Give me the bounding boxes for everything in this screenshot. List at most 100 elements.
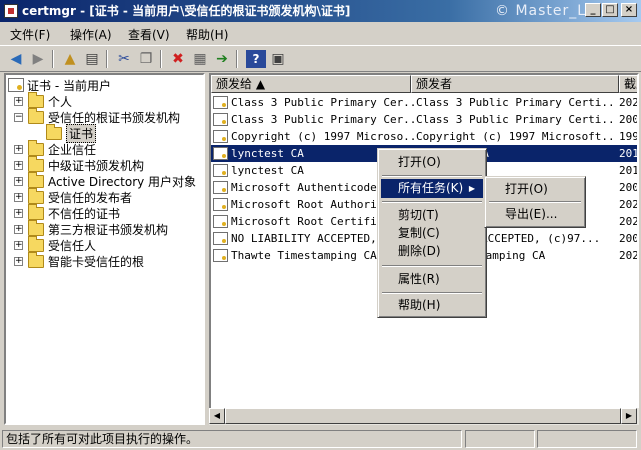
expand-icon[interactable]: + — [14, 209, 23, 218]
forward-icon[interactable]: ▶ — [28, 50, 48, 68]
toolbar-separator — [160, 50, 162, 68]
expand-icon[interactable]: + — [14, 257, 23, 266]
window-title: certmgr - [证书 - 当前用户\受信任的根证书颁发机构\证书] — [22, 4, 351, 18]
help-icon[interactable]: ? — [246, 50, 266, 68]
menu-help[interactable]: 帮助(H) — [186, 26, 228, 43]
tree-item-third-party-root[interactable]: 第三方根证书颁发机构 — [28, 219, 169, 237]
tree-item-trusted-publishers[interactable]: 受信任的发布者 — [28, 187, 133, 205]
tree-item-enterprise-trust[interactable]: 企业信任 — [28, 139, 97, 157]
folder-icon — [28, 219, 44, 236]
expand-icon[interactable]: + — [14, 241, 23, 250]
horizontal-scrollbar[interactable]: ◀ ▶ — [209, 408, 639, 425]
column-expiration[interactable]: 截止 — [619, 75, 637, 93]
menu-action[interactable]: 操作(A) — [70, 26, 112, 43]
certificate-icon — [213, 147, 228, 160]
show-tree-icon[interactable]: ▤ — [82, 50, 102, 68]
tree-item-label: Active Directory 用户对象 — [48, 174, 197, 189]
copy-icon[interactable]: ❐ — [136, 50, 156, 68]
tree-item-label: 受信任的发布者 — [48, 190, 133, 205]
certificate-icon — [213, 164, 228, 177]
menu-separator — [382, 265, 482, 267]
tree-item-label: 中级证书颁发机构 — [48, 158, 145, 173]
scroll-thumb[interactable] — [225, 408, 621, 424]
tree-item-label: 企业信任 — [48, 142, 97, 157]
toolbar-separator — [52, 50, 54, 68]
menu-separator — [382, 201, 482, 203]
tree-item-ad-user-object[interactable]: Active Directory 用户对象 — [28, 171, 197, 189]
menu-bar: 文件(F) 操作(A) 查看(V) 帮助(H) — [0, 22, 641, 44]
menu-delete[interactable]: 删除(D) — [381, 242, 483, 261]
tree-item-certificates[interactable]: 证书 — [46, 123, 97, 143]
menu-all-tasks[interactable]: 所有任务(K) ▶ — [381, 179, 483, 198]
cell-expiration: 2028 — [619, 96, 639, 109]
tree-item-label: 智能卡受信任的根 — [48, 254, 145, 269]
expand-icon[interactable]: + — [14, 225, 23, 234]
status-pane — [537, 430, 637, 448]
tree-item-label: 第三方根证书颁发机构 — [48, 222, 169, 237]
cut-icon[interactable]: ✂ — [114, 50, 134, 68]
cell-issued-by: Class 3 Public Primary Certi... — [416, 113, 616, 126]
toolbar-separator — [106, 50, 108, 68]
expand-icon[interactable]: + — [14, 161, 23, 170]
maximize-button[interactable]: □ — [602, 3, 618, 17]
table-row[interactable]: Class 3 Public Primary Cer... Class 3 Pub… — [211, 94, 639, 111]
folder-icon — [28, 139, 44, 156]
menu-separator — [382, 175, 482, 177]
column-issued-by[interactable]: 颁发者 — [411, 75, 619, 93]
column-issued-to[interactable]: 颁发给 ▲ — [211, 75, 411, 93]
expand-icon[interactable]: + — [14, 193, 23, 202]
folder-icon — [28, 187, 44, 204]
tree-root[interactable]: 证书 - 当前用户 — [8, 77, 111, 93]
menu-help-item[interactable]: 帮助(H) — [381, 296, 483, 315]
delete-icon[interactable]: ✖ — [168, 50, 188, 68]
cell-issued-by: ACCEPTED, (c)97... — [481, 232, 601, 245]
tree-item-trusted-people[interactable]: 受信任人 — [28, 235, 96, 253]
scroll-right-icon[interactable]: ▶ — [621, 408, 637, 424]
minimize-button[interactable]: _ — [585, 3, 601, 17]
tree-item-smartcard-root[interactable]: 智能卡受信任的根 — [28, 251, 145, 269]
help-topics-icon[interactable]: ▣ — [268, 50, 288, 68]
cell-issued-to: Copyright (c) 1997 Microso... — [231, 130, 416, 143]
tree-item-untrusted[interactable]: 不信任的证书 — [28, 203, 121, 221]
collapse-icon[interactable]: − — [14, 113, 23, 122]
expand-icon[interactable]: + — [14, 97, 23, 106]
menu-separator — [489, 201, 581, 203]
folder-icon — [28, 171, 44, 188]
menu-cut[interactable]: 剪切(T) — [381, 206, 483, 225]
submenu: 打开(O) 导出(E)... — [484, 176, 586, 228]
certificate-icon — [213, 249, 228, 262]
properties-icon[interactable]: ▦ — [190, 50, 210, 68]
expand-icon[interactable]: + — [14, 177, 23, 186]
menu-copy[interactable]: 复制(C) — [381, 224, 483, 243]
cell-expiration: 2000 — [619, 181, 639, 194]
certificate-icon — [213, 130, 228, 143]
status-text: 包括了所有可对此项目执行的操作。 — [2, 430, 462, 448]
cell-expiration: 2020 — [619, 249, 639, 262]
submenu-open[interactable]: 打开(O) — [488, 180, 582, 199]
up-folder-icon[interactable]: ▲ — [60, 50, 80, 68]
table-row[interactable]: Copyright (c) 1997 Microso... Copyright (… — [211, 128, 637, 145]
submenu-export[interactable]: 导出(E)... — [488, 205, 582, 224]
cell-expiration: 2004 — [619, 232, 639, 245]
cell-expiration: 2018 — [619, 147, 639, 160]
submenu-arrow-icon: ▶ — [468, 184, 475, 193]
cell-expiration: 2004 — [619, 113, 639, 126]
tree-item-label: 不信任的证书 — [48, 206, 121, 221]
expand-icon[interactable]: + — [14, 145, 23, 154]
tree-item-intermediate-ca[interactable]: 中级证书颁发机构 — [28, 155, 145, 173]
table-row[interactable]: Class 3 Public Primary Cer... Class 3 Pub… — [211, 111, 639, 128]
folder-icon — [28, 155, 44, 172]
close-button[interactable]: × — [621, 3, 637, 17]
back-icon[interactable]: ◀ — [6, 50, 26, 68]
export-list-icon[interactable]: ➔ — [212, 50, 232, 68]
menu-open[interactable]: 打开(O) — [381, 153, 483, 172]
cell-expiration: 2021 — [619, 215, 639, 228]
tree-root-label: 证书 - 当前用户 — [27, 78, 111, 93]
menu-properties[interactable]: 属性(R) — [381, 270, 483, 289]
certmgr-app-icon — [4, 4, 18, 18]
scroll-left-icon[interactable]: ◀ — [209, 408, 225, 424]
menu-all-tasks-label: 所有任务(K) — [398, 181, 464, 195]
menu-file[interactable]: 文件(F) — [10, 26, 50, 43]
folder-icon — [28, 91, 44, 108]
menu-view[interactable]: 查看(V) — [128, 26, 170, 43]
